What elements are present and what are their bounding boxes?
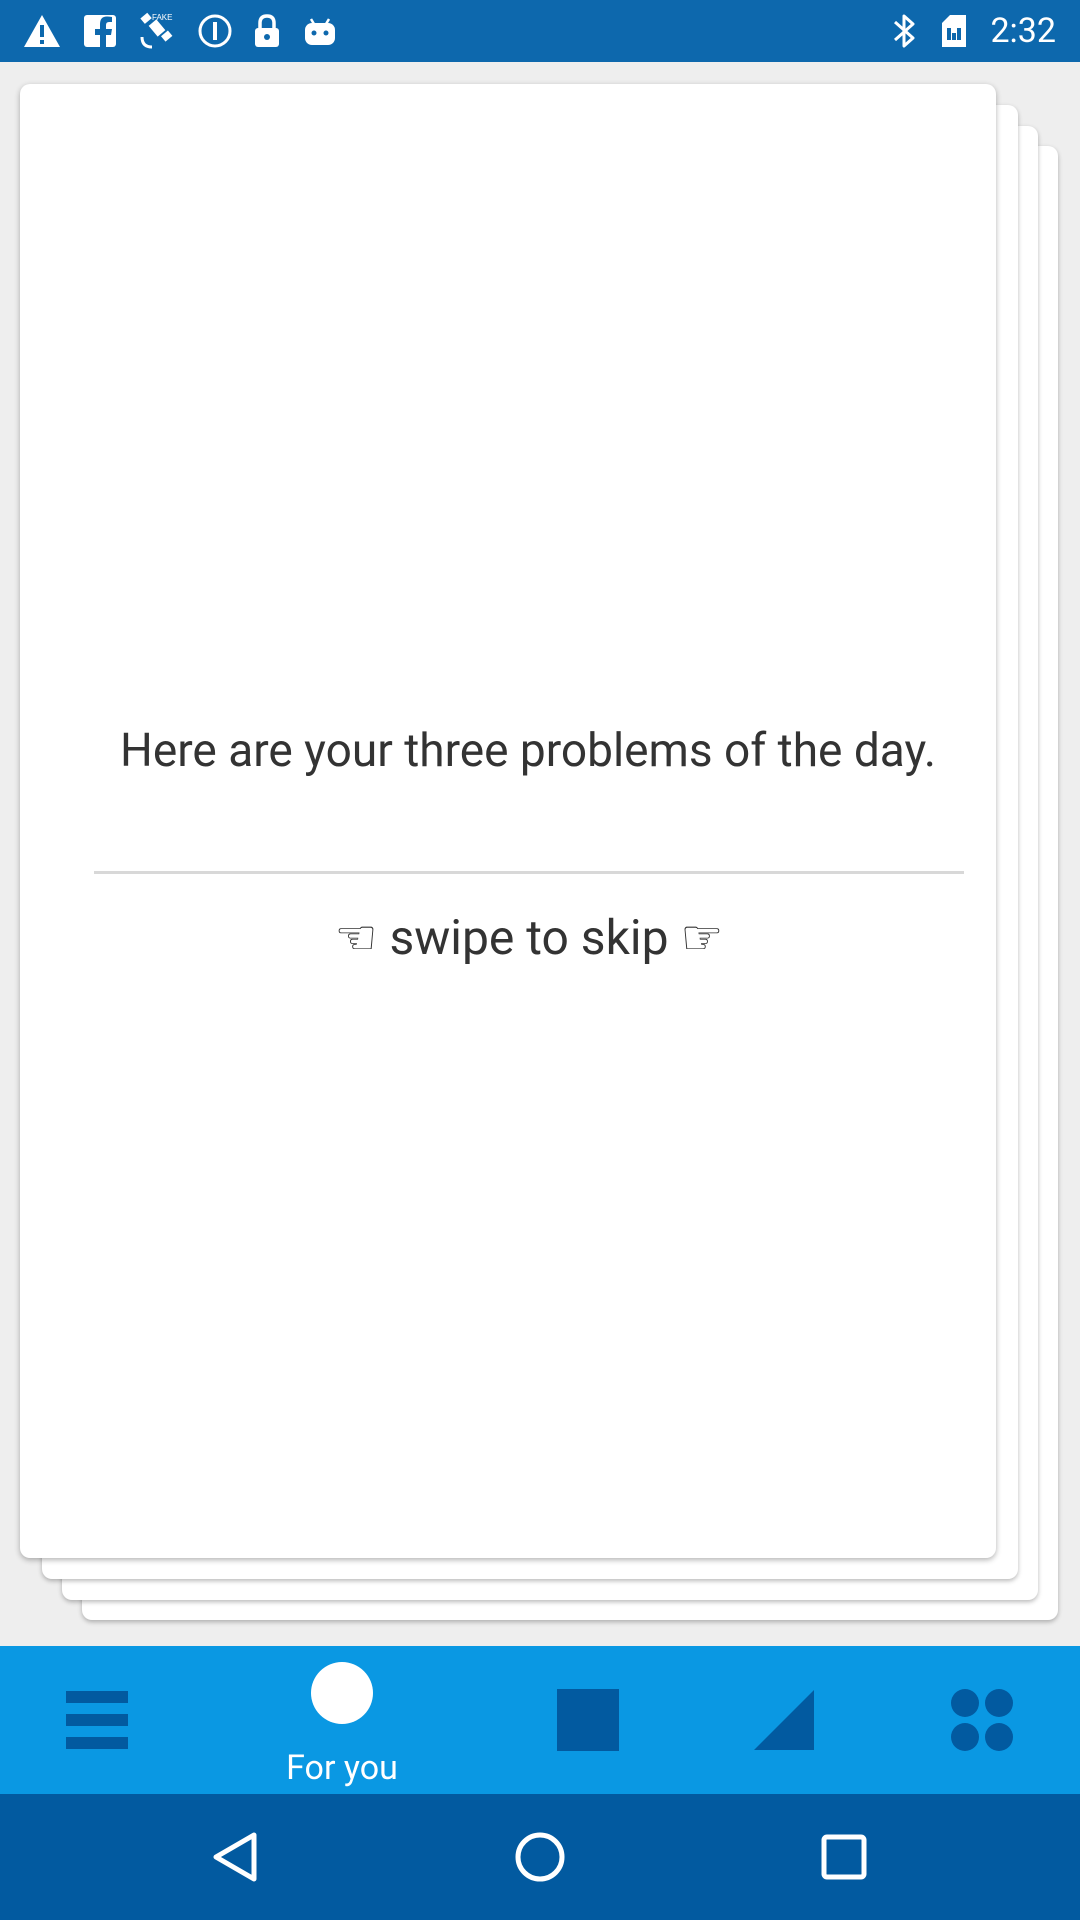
svg-text:FAKE: FAKE	[152, 13, 172, 22]
dots-grid-icon	[951, 1689, 1013, 1751]
problem-card[interactable]: Here are your three problems of the day.…	[20, 84, 996, 1558]
bottom-navigation	[0, 1646, 1080, 1794]
sim-card-icon	[942, 15, 967, 47]
system-navigation-bar	[0, 1794, 1080, 1920]
lock-icon	[255, 14, 279, 47]
satellite-icon: FAKE	[140, 12, 172, 49]
nav-item-menu[interactable]	[40, 1646, 154, 1794]
triangle-icon	[754, 1690, 814, 1750]
home-button[interactable]	[500, 1794, 580, 1920]
facebook-icon	[84, 15, 116, 47]
recents-icon	[821, 1834, 867, 1880]
nav-item-triangle[interactable]	[736, 1646, 832, 1794]
nav-item-square[interactable]	[540, 1646, 636, 1794]
cards-area: Here are your three problems of the day.…	[0, 62, 1080, 1646]
nav-label-for-you: For you	[286, 1748, 398, 1788]
nav-item-grid[interactable]	[934, 1646, 1030, 1794]
clock-time: 2:32	[990, 11, 1056, 51]
status-icons-left: FAKE	[22, 8, 338, 54]
status-icons-right: 2:32	[892, 8, 1056, 54]
warning-icon	[24, 15, 60, 47]
status-bar: FAKE 2:32	[0, 0, 1080, 62]
menu-icon	[66, 1691, 128, 1749]
circle-icon	[311, 1662, 373, 1724]
info-circle-icon	[198, 14, 232, 48]
bluetooth-icon	[894, 14, 915, 48]
card-divider	[94, 871, 964, 874]
android-icon	[305, 18, 335, 45]
swipe-hint: ☜ swipe to skip ☞	[334, 909, 724, 966]
home-icon	[515, 1832, 565, 1882]
card-title: Here are your three problems of the day.	[120, 724, 936, 778]
square-icon	[557, 1689, 619, 1751]
back-icon	[213, 1832, 257, 1882]
recents-button[interactable]	[804, 1794, 884, 1920]
back-button[interactable]	[196, 1794, 276, 1920]
